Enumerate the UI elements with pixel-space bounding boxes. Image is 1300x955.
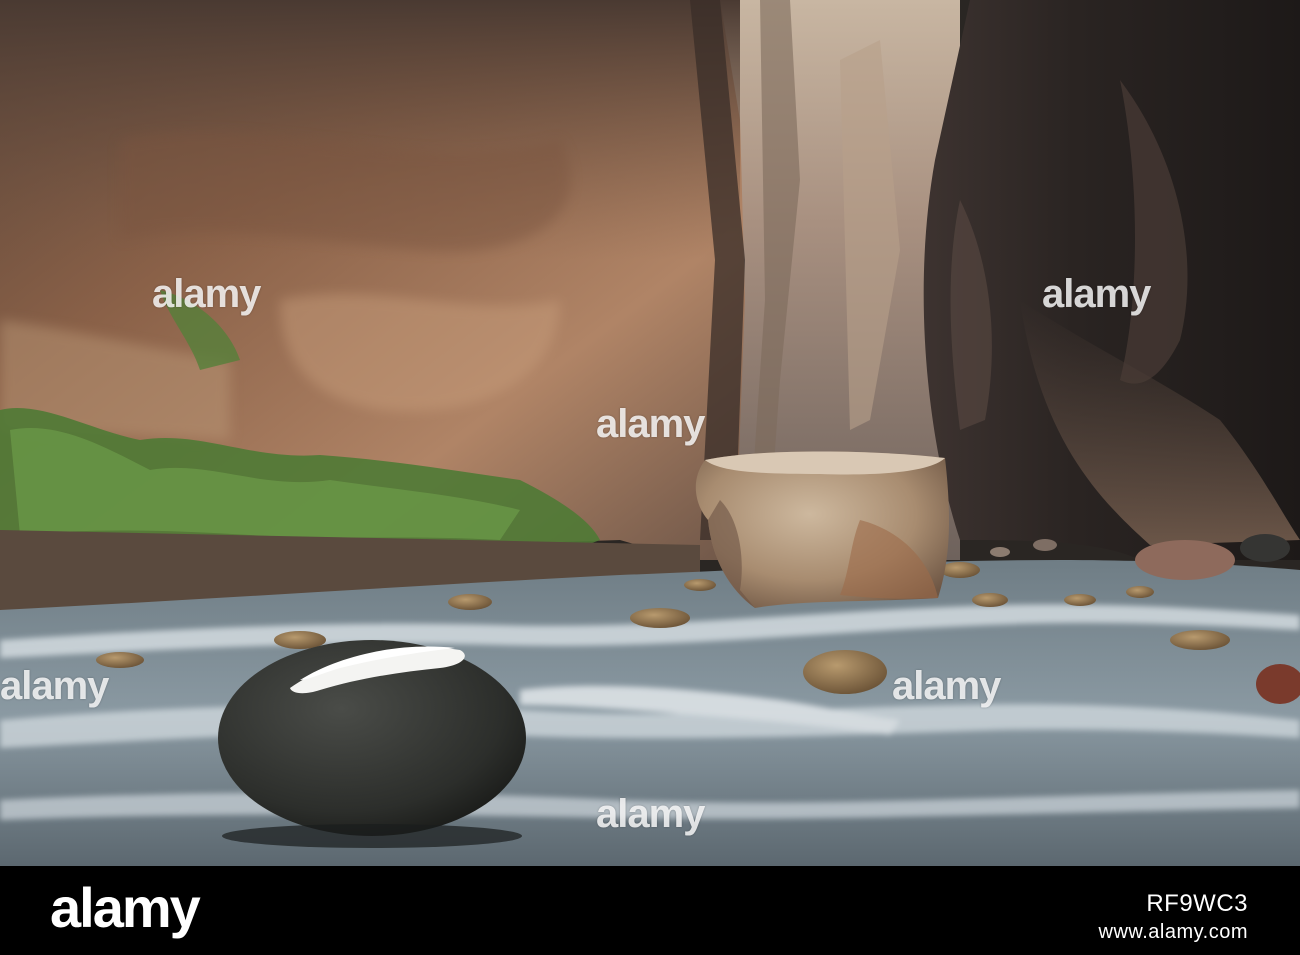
footer-bar: alamy RF9WC3 www.alamy.com [0, 866, 1300, 955]
large-sandstone-boulder [695, 451, 950, 608]
watermark: alamy [892, 664, 1001, 708]
watermark: alamy [0, 664, 109, 708]
canyon-photo: alamy alamy alamy alamy alamy alamy [0, 0, 1300, 866]
watermark: alamy [1042, 272, 1151, 316]
image-id: RF9WC3 [1146, 890, 1248, 917]
brand-logo: alamy [50, 876, 201, 939]
watermark: alamy [596, 792, 705, 836]
watermark: alamy [596, 402, 705, 446]
site-url: www.alamy.com [1098, 921, 1248, 943]
watermark: alamy [152, 272, 261, 316]
